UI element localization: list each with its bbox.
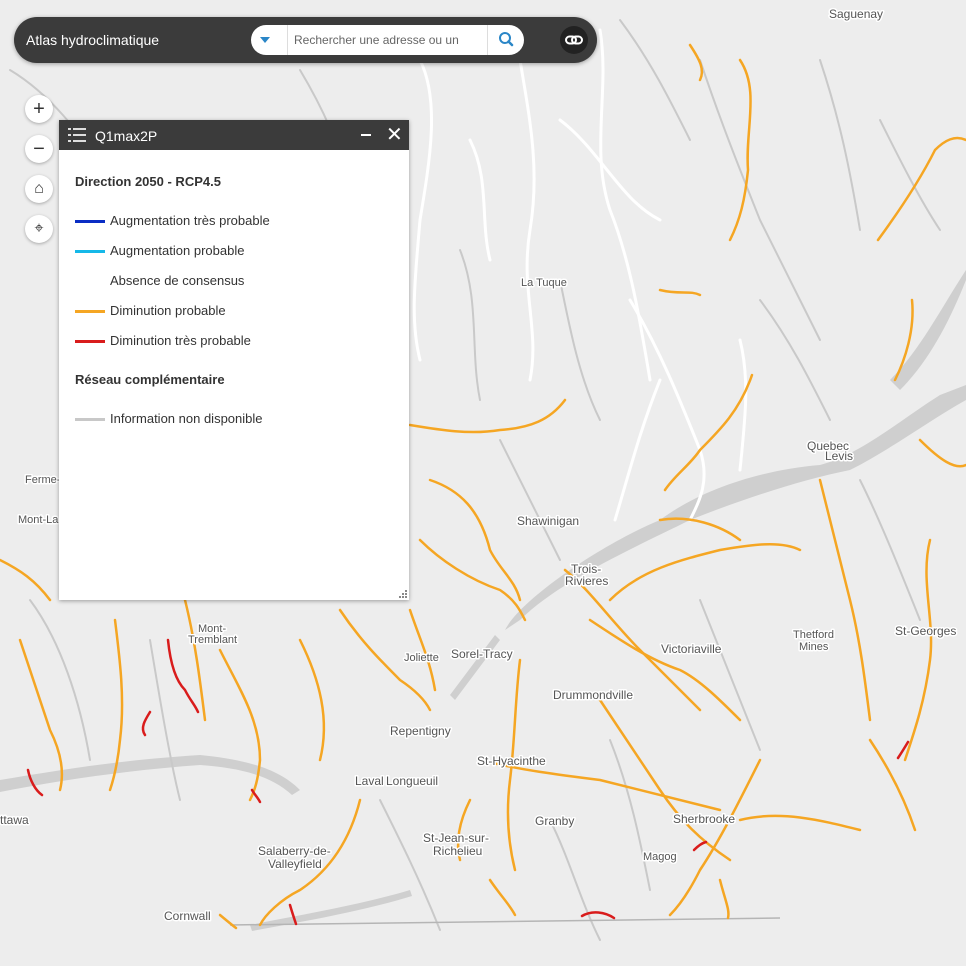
place-label: St-Hyacinthe — [477, 754, 546, 768]
legend-item: Augmentation très probable — [75, 212, 395, 242]
legend-items: Augmentation très probable Augmentation p… — [75, 212, 395, 362]
home-button[interactable]: ⌂ — [25, 175, 53, 203]
link-icon — [565, 35, 583, 45]
place-label: Magog — [643, 851, 677, 863]
place-label: Saguenay — [829, 7, 883, 21]
legend-item-label: Absence de consensus — [110, 273, 245, 288]
place-label: Drummondville — [553, 688, 633, 702]
header-bar: Atlas hydroclimatique — [14, 17, 597, 63]
search-box — [251, 25, 524, 55]
place-label: Tremblant — [188, 634, 237, 646]
place-label: Repentigny — [390, 724, 451, 738]
share-link-button[interactable] — [560, 26, 588, 54]
place-label: St-Georges — [895, 624, 956, 638]
minus-icon: − — [33, 138, 45, 160]
place-label: Rivieres — [565, 574, 608, 588]
legend-header[interactable]: Q1max2P ✕ — [59, 120, 409, 150]
place-label: Victoriaville — [661, 642, 722, 656]
place-label: Cornwall — [164, 909, 211, 923]
place-label: Levis — [825, 449, 853, 463]
legend-swatch — [75, 280, 105, 283]
app-title: Atlas hydroclimatique — [26, 32, 160, 48]
zoom-out-button[interactable]: − — [25, 135, 53, 163]
legend-item-label: Information non disponible — [110, 411, 263, 426]
legend-swatch — [75, 250, 105, 253]
list-icon — [68, 128, 86, 142]
search-icon — [499, 32, 514, 47]
legend-item-label: Diminution très probable — [110, 333, 251, 348]
place-label: Sorel-Tracy — [451, 647, 513, 661]
place-label: Mines — [799, 641, 829, 653]
place-label: St-Jean-sur- — [423, 831, 489, 845]
place-label: Joliette — [404, 652, 439, 664]
legend-item-label: Augmentation très probable — [110, 213, 270, 228]
legend-swatch — [75, 220, 105, 223]
legend-section-title: Réseau complémentaire — [75, 372, 225, 387]
place-label: Ferme- — [25, 474, 61, 486]
search-input[interactable] — [287, 25, 483, 55]
place-label: Laval — [355, 774, 384, 788]
legend-swatch — [75, 418, 105, 421]
legend-section-title: Direction 2050 - RCP4.5 — [75, 174, 221, 189]
place-label: ttawa — [0, 813, 29, 827]
locate-button[interactable]: ⌖ — [25, 215, 53, 243]
minimize-button[interactable] — [361, 134, 371, 136]
place-label: Shawinigan — [517, 514, 579, 528]
place-label: Valleyfield — [268, 857, 322, 871]
close-button[interactable]: ✕ — [386, 122, 403, 147]
legend-swatch — [75, 310, 105, 313]
plus-icon: + — [33, 98, 45, 120]
legend-panel: Q1max2P ✕ Direction 2050 - RCP4.5 Augmen… — [59, 120, 409, 600]
rivers-no-consensus — [358, 28, 748, 522]
legend-item-label: Augmentation probable — [110, 243, 245, 258]
resize-handle[interactable] — [399, 590, 407, 598]
legend-item-label: Diminution probable — [110, 303, 226, 318]
place-label: La Tuque — [521, 277, 567, 289]
place-label: Richelieu — [433, 844, 482, 858]
legend-item: Diminution très probable — [75, 332, 395, 362]
legend-item: Diminution probable — [75, 302, 395, 332]
legend-swatch — [75, 340, 105, 343]
home-icon: ⌂ — [34, 180, 44, 197]
zoom-in-button[interactable]: + — [25, 95, 53, 123]
place-label: Longueuil — [386, 774, 438, 788]
place-label: Salaberry-de- — [258, 844, 331, 858]
search-source-dropdown[interactable] — [251, 25, 281, 55]
locate-icon: ⌖ — [34, 220, 44, 237]
legend-item: Augmentation probable — [75, 242, 395, 272]
place-label: Granby — [535, 814, 574, 828]
legend-item: Absence de consensus — [75, 272, 395, 302]
legend-item: Information non disponible — [75, 410, 395, 440]
place-label: Sherbrooke — [673, 812, 735, 826]
search-button[interactable] — [487, 25, 524, 55]
legend-title: Q1max2P — [95, 128, 158, 144]
legend-items: Information non disponible — [75, 410, 395, 440]
place-label: Mont-La — [18, 514, 59, 526]
legend-body: Direction 2050 - RCP4.5 Augmentation trè… — [75, 174, 395, 440]
place-label: Thetford — [793, 629, 834, 641]
